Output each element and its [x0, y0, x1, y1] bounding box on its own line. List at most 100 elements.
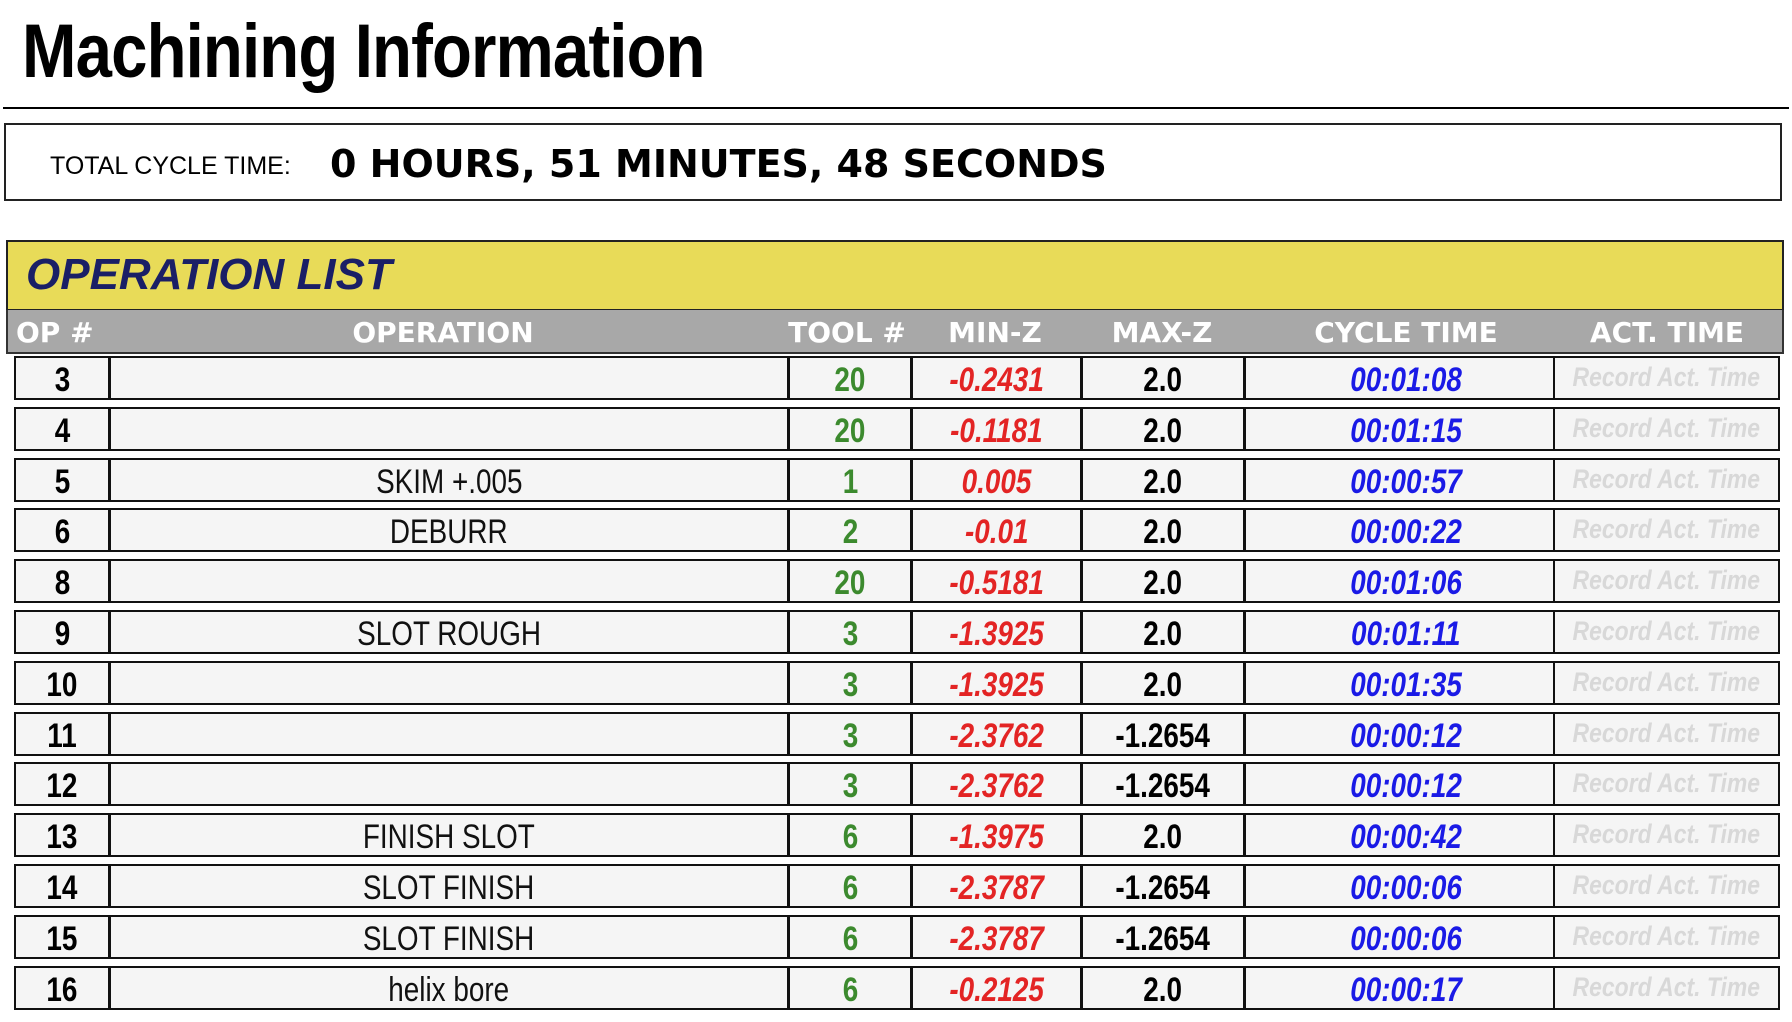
min-z-cell-text: -0.5181 [949, 564, 1044, 602]
cycle-time-cell: 00:00:12 [1244, 712, 1568, 756]
operation-name-cell [109, 762, 789, 806]
tool-number-cell: 6 [788, 813, 912, 857]
max-z-cell-text: 2.0 [1143, 513, 1183, 551]
op-number-cell-text: 15 [46, 920, 78, 958]
tool-number-cell-text: 20 [834, 361, 866, 399]
min-z-cell-text: -2.3787 [949, 869, 1044, 907]
op-number-cell: 12 [14, 762, 110, 806]
max-z-cell: -1.2654 [1081, 712, 1245, 756]
max-z-cell: 2.0 [1081, 661, 1245, 705]
act-time-input-text: Record Act. Time [1572, 768, 1761, 798]
max-z-cell-text: -1.2654 [1115, 717, 1211, 755]
min-z-cell-text: 0.005 [961, 463, 1032, 501]
table-row: 4 20 -0.1181 2.0 00:01:15 Record Act. Time [14, 407, 1780, 451]
act-time-input[interactable]: Record Act. Time [1553, 508, 1780, 552]
max-z-cell-text: -1.2654 [1115, 869, 1211, 907]
min-z-cell: -0.2431 [911, 356, 1082, 400]
cycle-time-cell-text: 00:01:35 [1350, 666, 1462, 704]
cycle-time-cell-text: 00:00:57 [1350, 463, 1462, 501]
op-number-cell-text: 8 [54, 564, 70, 602]
operation-name-cell-text: helix bore [388, 971, 510, 1009]
max-z-cell: -1.2654 [1081, 864, 1245, 908]
column-header-op: OP # [16, 316, 94, 349]
act-time-input[interactable]: Record Act. Time [1553, 356, 1780, 400]
act-time-input[interactable]: Record Act. Time [1553, 966, 1780, 1010]
op-number-cell-text: 4 [54, 412, 70, 450]
cycle-time-cell: 00:00:12 [1244, 762, 1568, 806]
table-row: 10 3 -1.3925 2.0 00:01:35 Record Act. Time [14, 661, 1780, 705]
min-z-cell-text: -1.3925 [949, 615, 1044, 653]
min-z-cell-text: -1.3975 [949, 818, 1044, 856]
operation-name-cell: SLOT ROUGH [109, 610, 789, 654]
min-z-cell: -2.3787 [911, 864, 1082, 908]
table-row: 16 helix bore 6 -0.2125 2.0 00:00:17 Record Ac… [14, 966, 1780, 1010]
act-time-input[interactable]: Record Act. Time [1553, 915, 1780, 959]
cycle-time-cell: 00:00:06 [1244, 915, 1568, 959]
act-time-input[interactable]: Record Act. Time [1553, 458, 1780, 502]
tool-number-cell: 6 [788, 966, 912, 1010]
max-z-cell-text: 2.0 [1143, 463, 1183, 501]
cycle-time-cell: 00:01:11 [1244, 610, 1568, 654]
max-z-cell-text: -1.2654 [1115, 920, 1211, 958]
act-time-input[interactable]: Record Act. Time [1553, 762, 1780, 806]
max-z-cell-text: 2.0 [1143, 971, 1183, 1009]
act-time-input[interactable]: Record Act. Time [1553, 559, 1780, 603]
op-number-cell: 5 [14, 458, 110, 502]
operation-name-cell-text: SLOT FINISH [363, 869, 535, 907]
tool-number-cell-text: 20 [834, 412, 866, 450]
min-z-cell: -1.3925 [911, 610, 1082, 654]
column-header-cycle-time: CYCLE TIME [1314, 316, 1498, 349]
min-z-cell: -0.01 [911, 508, 1082, 552]
cycle-time-cell: 00:00:57 [1244, 458, 1568, 502]
min-z-cell: -1.3925 [911, 661, 1082, 705]
operation-name-cell [109, 356, 789, 400]
tool-number-cell-text: 6 [842, 818, 858, 856]
cycle-time-cell-text: 00:00:06 [1350, 869, 1462, 907]
min-z-cell-text: -0.01 [964, 513, 1029, 551]
table-row: 9 SLOT ROUGH 3 -1.3925 2.0 00:01:11 Record Act… [14, 610, 1780, 654]
op-number-cell: 4 [14, 407, 110, 451]
min-z-cell-text: -0.2431 [949, 361, 1044, 399]
table-row: 12 3 -2.3762 -1.2654 00:00:12 Record Act. Tim… [14, 762, 1780, 806]
table-row: 14 SLOT FINISH 6 -2.3787 -1.2654 00:00:06 Reco… [14, 864, 1780, 908]
op-number-cell-text: 12 [46, 767, 78, 805]
operation-name-cell-text: DEBURR [390, 513, 508, 551]
table-row: 11 3 -2.3762 -1.2654 00:00:12 Record Act. Tim… [14, 712, 1780, 756]
act-time-input-text: Record Act. Time [1572, 616, 1761, 646]
tool-number-cell: 20 [788, 407, 912, 451]
column-header-tool: TOOL # [788, 316, 906, 349]
max-z-cell: 2.0 [1081, 356, 1245, 400]
max-z-cell-text: 2.0 [1143, 564, 1183, 602]
operation-name-cell: SLOT FINISH [109, 915, 789, 959]
op-number-cell: 14 [14, 864, 110, 908]
cycle-time-cell: 00:01:35 [1244, 661, 1568, 705]
tool-number-cell: 3 [788, 610, 912, 654]
operation-list-title: OPERATION LIST [26, 250, 392, 299]
operation-name-cell: helix bore [109, 966, 789, 1010]
cycle-time-cell: 00:01:06 [1244, 559, 1568, 603]
table-row: 6 DEBURR 2 -0.01 2.0 00:00:22 Record Act. Time [14, 508, 1780, 552]
cycle-time-cell-text: 00:01:11 [1351, 615, 1461, 653]
tool-number-cell: 6 [788, 864, 912, 908]
operation-name-cell-text: FINISH SLOT [363, 818, 535, 856]
max-z-cell-text: 2.0 [1143, 666, 1183, 704]
act-time-input[interactable]: Record Act. Time [1553, 407, 1780, 451]
operation-name-cell-text: SLOT FINISH [363, 920, 535, 958]
operation-name-cell: FINISH SLOT [109, 813, 789, 857]
act-time-input[interactable]: Record Act. Time [1553, 712, 1780, 756]
act-time-input[interactable]: Record Act. Time [1553, 610, 1780, 654]
act-time-input[interactable]: Record Act. Time [1553, 813, 1780, 857]
cycle-time-cell-text: 00:01:06 [1350, 564, 1462, 602]
cycle-time-cell: 00:00:22 [1244, 508, 1568, 552]
table-row: 8 20 -0.5181 2.0 00:01:06 Record Act. Time [14, 559, 1780, 603]
act-time-input[interactable]: Record Act. Time [1553, 864, 1780, 908]
act-time-input[interactable]: Record Act. Time [1553, 661, 1780, 705]
total-cycle-time-label: TOTAL CYCLE TIME: [50, 152, 291, 180]
cycle-time-cell-text: 00:00:42 [1350, 818, 1462, 856]
max-z-cell: -1.2654 [1081, 762, 1245, 806]
operation-list-header: OPERATION LIST [6, 240, 1784, 311]
op-number-cell: 10 [14, 661, 110, 705]
op-number-cell-text: 6 [54, 513, 70, 551]
max-z-cell: 2.0 [1081, 458, 1245, 502]
op-number-cell-text: 13 [46, 818, 78, 856]
